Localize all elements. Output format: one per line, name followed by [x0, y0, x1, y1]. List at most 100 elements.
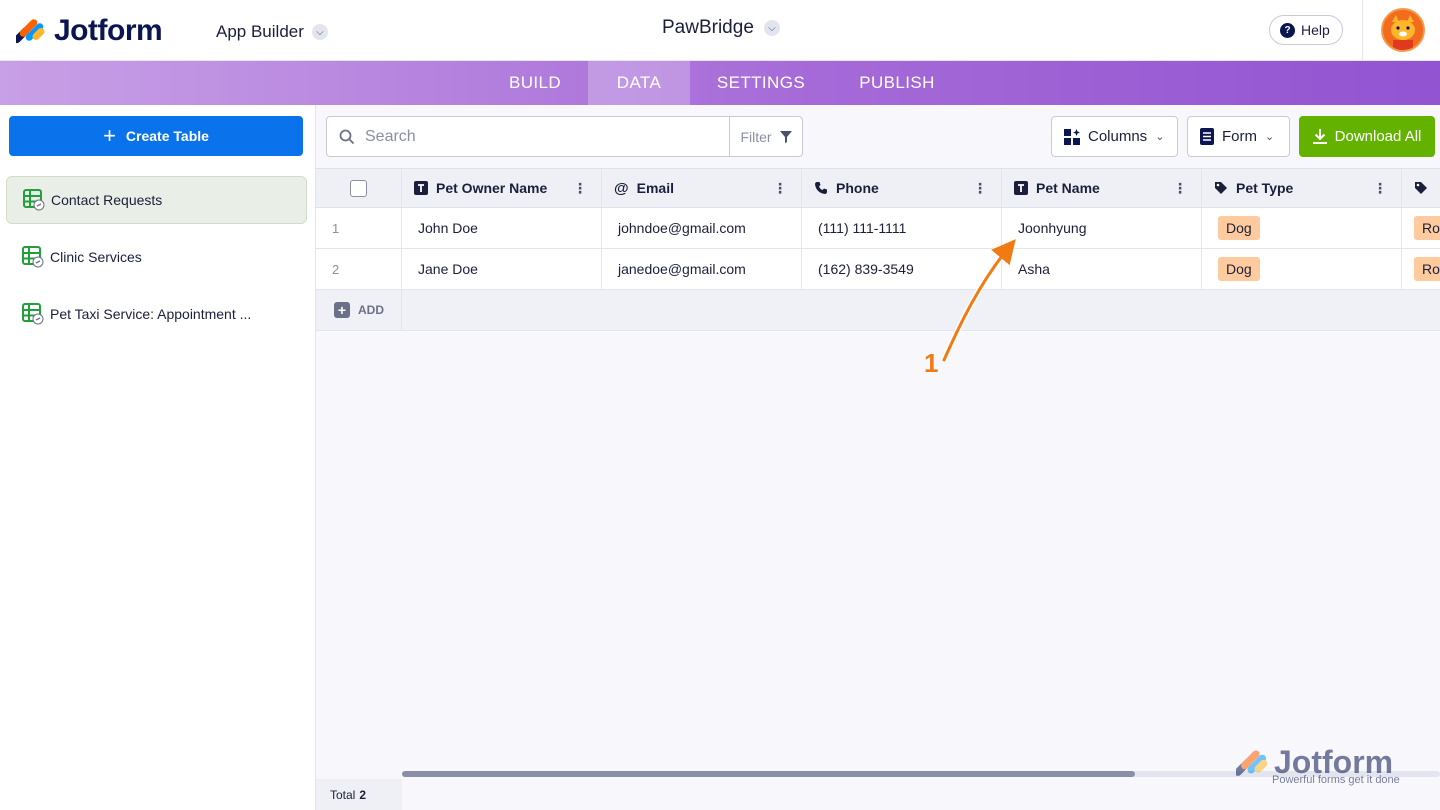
cat-avatar-icon [1383, 10, 1423, 50]
kebab-menu-icon[interactable]: ⋮ [573, 181, 587, 195]
columns-label: Columns [1088, 128, 1148, 145]
cell-pet-type[interactable]: Dog [1202, 249, 1402, 289]
help-button[interactable]: ? Help [1269, 15, 1343, 45]
main-tabs: BUILD DATA SETTINGS PUBLISH [0, 61, 1440, 105]
sidebar-item-label: Pet Taxi Service: Appointment ... [50, 306, 252, 322]
funnel-icon [779, 130, 792, 143]
horizontal-scrollbar[interactable] [402, 771, 1135, 777]
total-value: 2 [359, 787, 367, 802]
linked-table-icon [22, 246, 44, 268]
cell-partial[interactable]: Ro [1402, 249, 1440, 289]
app-builder-menu[interactable]: App Builder ⌵ [216, 22, 328, 42]
partial-badge: Ro [1414, 216, 1440, 240]
text-type-icon [414, 181, 428, 195]
phone-icon [815, 182, 827, 194]
column-header-label: Email [636, 180, 674, 196]
jotform-logo-icon [1236, 749, 1268, 776]
tab-publish[interactable]: PUBLISH [832, 61, 962, 105]
watermark-tagline: Powerful forms get it done [1272, 774, 1400, 786]
tab-publish-label: PUBLISH [859, 73, 935, 92]
form-button[interactable]: Form ⌄ [1187, 116, 1290, 157]
sidebar-item-label: Contact Requests [51, 192, 163, 208]
sidebar-item-clinic-services[interactable]: Clinic Services [6, 233, 307, 281]
jotform-logo[interactable]: Jotform [16, 14, 163, 48]
chevron-down-icon: ⌵ [763, 20, 780, 36]
kebab-menu-icon[interactable]: ⋮ [1173, 181, 1187, 195]
column-header-label: Pet Name [1036, 180, 1100, 196]
download-all-label: Download All [1334, 128, 1422, 145]
column-header-email[interactable]: @ Email ⋮ [602, 169, 802, 207]
header-divider [1362, 0, 1363, 61]
table-header-row: Pet Owner Name ⋮ @ Email ⋮ Phone ⋮ Pet N… [316, 168, 1440, 208]
create-table-label: Create Table [125, 128, 209, 144]
cell-email[interactable]: janedoe@gmail.com [602, 249, 802, 289]
column-header-pet-name[interactable]: Pet Name ⋮ [1002, 169, 1202, 207]
kebab-menu-icon[interactable]: ⋮ [973, 181, 987, 195]
brand-name: Jotform [54, 14, 163, 47]
table-row[interactable]: 1 John Doe johndoe@gmail.com (111) 111-1… [316, 208, 1440, 249]
column-header-label: Phone [836, 180, 879, 196]
chevron-down-icon: ⌄ [1265, 131, 1275, 143]
cell-owner[interactable]: Jane Doe [402, 249, 602, 289]
kebab-menu-icon[interactable]: ⋮ [1373, 181, 1387, 195]
sidebar: + Create Table Contact Requests Clinic S… [0, 105, 316, 810]
annotation-arrow [941, 239, 1016, 363]
plus-icon: + [103, 123, 116, 148]
tab-build-label: BUILD [508, 73, 562, 92]
create-table-button[interactable]: + Create Table [9, 116, 303, 156]
chevron-down-icon: ⌵ [311, 24, 328, 40]
column-header-partial[interactable] [1402, 169, 1440, 207]
add-row: + ADD [316, 290, 1440, 331]
form-document-icon [1200, 128, 1214, 145]
column-header-pet-type[interactable]: Pet Type ⋮ [1202, 169, 1402, 207]
column-header-label: Pet Owner Name [436, 180, 548, 196]
question-icon: ? [1280, 22, 1295, 38]
column-header-pet-owner-name[interactable]: Pet Owner Name ⋮ [402, 169, 602, 207]
sidebar-item-contact-requests[interactable]: Contact Requests [6, 176, 307, 224]
cell-email[interactable]: johndoe@gmail.com [602, 208, 802, 248]
tab-data[interactable]: DATA [588, 61, 690, 105]
linked-table-icon [23, 189, 45, 211]
cell-partial[interactable]: Ro [1402, 208, 1440, 248]
tab-settings[interactable]: SETTINGS [690, 61, 832, 105]
tag-icon [1215, 182, 1227, 194]
app-builder-label: App Builder [216, 22, 304, 41]
cell-pet-type[interactable]: Dog [1202, 208, 1402, 248]
filter-label: Filter [740, 128, 772, 145]
tab-data-label: DATA [616, 73, 662, 92]
column-header-phone[interactable]: Phone ⋮ [802, 169, 1002, 207]
text-type-icon [1014, 181, 1028, 195]
form-label: Form [1222, 128, 1257, 145]
search-field[interactable]: Search [326, 116, 730, 157]
avatar[interactable] [1381, 8, 1425, 52]
linked-table-icon [22, 303, 44, 325]
plus-icon: + [334, 302, 350, 318]
tag-icon [1415, 182, 1427, 194]
columns-button[interactable]: Columns ⌄ [1051, 116, 1178, 157]
cell-pet-name[interactable]: Asha [1002, 249, 1202, 289]
add-row-button[interactable]: + ADD [316, 290, 402, 330]
download-all-button[interactable]: Download All [1299, 116, 1435, 157]
jotform-logo-icon [16, 19, 45, 44]
app-name-menu[interactable]: PawBridge ⌵ [662, 17, 780, 39]
cell-owner[interactable]: John Doe [402, 208, 602, 248]
filter-button[interactable]: Filter [729, 116, 803, 157]
kebab-menu-icon[interactable]: ⋮ [773, 181, 787, 195]
table-row[interactable]: 2 Jane Doe janedoe@gmail.com (162) 839-3… [316, 249, 1440, 290]
row-number: 1 [316, 208, 402, 248]
search-placeholder: Search [365, 127, 416, 145]
select-all-checkbox[interactable] [350, 179, 367, 197]
cell-pet-name[interactable]: Joonhyung [1002, 208, 1202, 248]
at-icon: @ [614, 179, 629, 197]
total-count: Total 2 [316, 779, 402, 810]
column-header-label: Pet Type [1236, 180, 1294, 196]
chevron-down-icon: ⌄ [1155, 131, 1165, 143]
help-label: Help [1301, 22, 1330, 38]
sidebar-item-label: Clinic Services [50, 249, 142, 265]
tab-build[interactable]: BUILD [482, 61, 588, 105]
select-all-cell [316, 169, 402, 207]
annotation-number: 1 [924, 348, 939, 378]
total-label: Total [330, 787, 356, 802]
sidebar-item-pet-taxi-service[interactable]: Pet Taxi Service: Appointment ... [6, 290, 307, 338]
add-row-label: ADD [358, 303, 384, 317]
